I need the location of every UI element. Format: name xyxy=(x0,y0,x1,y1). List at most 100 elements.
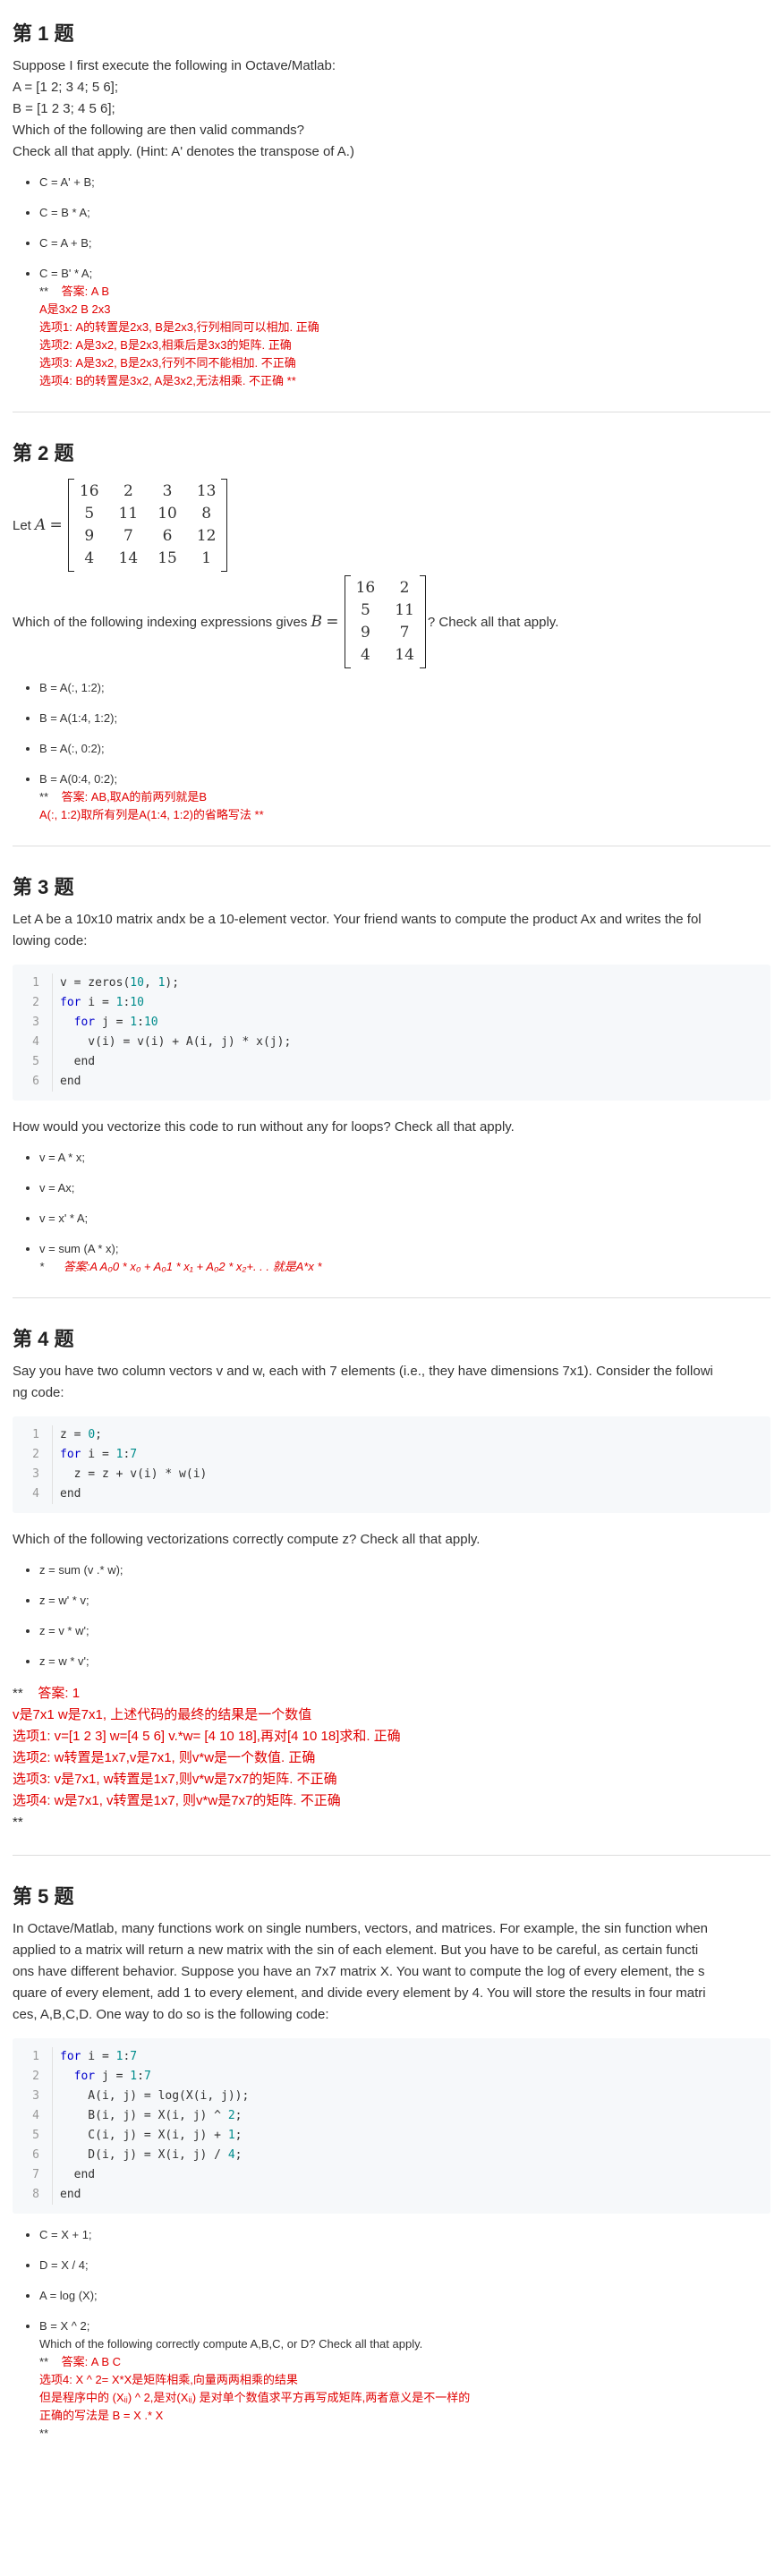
matrix-a-cell: 16 xyxy=(79,482,99,500)
q2-answer-line: 答案: AB,取A的前两列就是B xyxy=(61,790,208,803)
q5-answer-line: 正确的写法是 B = X .* X xyxy=(39,2409,164,2422)
q3-option: v = sum (A * x); * 答案:A A₀0 * x₀ + A₀1 *… xyxy=(39,1240,770,1276)
matrix-a-cell: 2 xyxy=(123,482,133,500)
q4-options: z = sum (v .* w); z = w' * v; z = v * w'… xyxy=(13,1561,770,1671)
q4-answer-line: ** 答案: 1 xyxy=(13,1686,81,1701)
matrix-b: 16 2 5 11 9 7 4 14 xyxy=(344,575,426,668)
q2-options: B = A(:, 1:2); B = A(1:4, 1:2); B = A(:,… xyxy=(13,679,770,824)
q1-option: C = A + B; xyxy=(39,234,770,252)
matrix-a: 16 2 3 13 5 11 10 8 9 7 6 12 4 14 15 1 xyxy=(67,479,228,572)
q1-line: Which of the following are then valid co… xyxy=(13,123,305,138)
q3-options: v = A * x; v = Ax; v = x' * A; v = sum (… xyxy=(13,1149,770,1276)
q3-option: v = Ax; xyxy=(39,1179,770,1197)
q5-option: D = X / 4; xyxy=(39,2257,770,2274)
q2-let-line: Let A = 16 2 3 13 5 11 10 8 9 7 6 12 4 14 15 1 xyxy=(13,479,770,572)
q2-option: B = A(1:4, 1:2); xyxy=(39,710,770,727)
matrix-a-cell: 3 xyxy=(162,482,173,500)
q2-question-line: Which of the following indexing expressi… xyxy=(13,575,770,668)
matrix-a-cell: 4 xyxy=(84,549,95,567)
matrix-a-cell: 14 xyxy=(118,549,139,567)
q5-option: C = X + 1; xyxy=(39,2226,770,2244)
matrix-a-cell: 5 xyxy=(84,505,95,523)
q4-answer-line: v是7x1 w是7x1, 上述代码的最终的结果是一个数值 xyxy=(13,1707,312,1722)
q4-option: z = v * w'; xyxy=(39,1622,770,1640)
q2-option: B = A(:, 0:2); xyxy=(39,740,770,758)
q4-answer-line: 选项1: v=[1 2 3] w=[4 5 6] v.*w= [4 10 18]… xyxy=(13,1729,401,1744)
q2-answer-prefix: ** xyxy=(39,790,49,803)
q2-option-text: B = A(0:4, 0:2); xyxy=(39,772,118,786)
code-block-3: 1v = zeros(10, 1); 2 for i = 1:10 3 for j… xyxy=(13,965,770,1101)
matrix-b-cell: 11 xyxy=(395,601,414,619)
page: 第 1 题 Suppose I first execute the follow… xyxy=(0,0,783,2443)
q1-answer-line: 选项4: B的转置是3x2, A是3x2,无法相乘. 不正确 ** xyxy=(39,374,296,387)
matrix-b-cell: 14 xyxy=(395,646,414,664)
q4-option: z = w' * v; xyxy=(39,1592,770,1610)
q5-answer-line: 选项4: X ^ 2= X*X是矩阵相乘,向量两两相乘的结果 xyxy=(39,2373,298,2386)
q1-line: B = [1 2 3; 4 5 6]; xyxy=(13,101,115,116)
matrix-b-cell: 4 xyxy=(361,646,370,664)
matrix-a-cell: 12 xyxy=(196,527,217,545)
q5-option: A = log (X); xyxy=(39,2287,770,2305)
q3-answer-prefix: * xyxy=(39,1260,45,1273)
q2-b-name: B xyxy=(311,613,323,631)
q4-answer-line: 选项4: w是7x1, v转置是1x7, 则v*w是7x7的矩阵. 不正确 xyxy=(13,1793,341,1808)
q2-question-before: Which of the following indexing expressi… xyxy=(13,614,308,630)
q1-answer-line: 选项1: A的转置是2x3, B是2x3,行列相同可以相加. 正确 xyxy=(39,320,319,334)
q2-eq2: = xyxy=(326,613,339,631)
q1-answer-line: 答案: A B xyxy=(61,285,110,298)
matrix-a-cell: 11 xyxy=(118,505,139,523)
matrix-a-cell: 6 xyxy=(162,527,173,545)
q1-line: A = [1 2; 3 4; 5 6]; xyxy=(13,80,119,95)
question-5-title: 第 5 题 xyxy=(13,1885,74,1908)
matrix-b-cell: 9 xyxy=(361,624,370,642)
matrix-a-cell: 13 xyxy=(196,482,217,500)
matrix-b-cell: 2 xyxy=(399,579,410,597)
q5-answer-line: 但是程序中的 (Xᵢⱼ) ^ 2,是对(Xᵢⱼ) 是对单个数值求平方再写成矩阵,… xyxy=(39,2391,471,2404)
q5-after-option: Which of the following correctly compute… xyxy=(39,2337,423,2351)
q3-option: v = x' * A; xyxy=(39,1210,770,1228)
q2-answer-line: A(:, 1:2)取所有列是A(1:4, 1:2)的省略写法 ** xyxy=(39,808,264,821)
q2-question-after: ? Check all that apply. xyxy=(427,614,559,630)
question-3-title: 第 3 题 xyxy=(13,876,74,898)
q3-option-text: v = sum (A * x); xyxy=(39,1242,119,1255)
code-block-4: 1z = 0; 2 for i = 1:7 3 z = z + v(i) * w(… xyxy=(13,1416,770,1513)
q1-option: C = B * A; xyxy=(39,204,770,222)
q1-answer-line: 选项2: A是3x2, B是2x3,相乘后是3x3的矩阵. 正确 xyxy=(39,338,292,352)
q1-line: Check all that apply. (Hint: A' denotes … xyxy=(13,144,354,159)
q4-intro: Say you have two column vectors v and w,… xyxy=(13,1364,713,1400)
matrix-b-cell: 5 xyxy=(361,601,370,619)
q1-answer: ** 答案: A B xyxy=(39,283,770,301)
q4-option: z = sum (v .* w); xyxy=(39,1561,770,1579)
q2-answer: ** 答案: AB,取A的前两列就是B xyxy=(39,788,770,806)
q3-option: v = A * x; xyxy=(39,1149,770,1167)
matrix-a-cell: 8 xyxy=(201,505,212,523)
q5-intro: In Octave/Matlab, many functions work on… xyxy=(13,1921,709,2022)
q2-let: Let xyxy=(13,517,31,533)
q3-question: How would you vectorize this code to run… xyxy=(13,1119,515,1135)
matrix-a-cell: 10 xyxy=(157,505,177,523)
q2-option: B = A(:, 1:2); xyxy=(39,679,770,697)
q4-question: Which of the following vectorizations co… xyxy=(13,1532,481,1547)
q2-eq: = xyxy=(49,516,63,534)
q1-answer-line: A是3x2 B 2x3 xyxy=(39,302,111,316)
q4-option: z = w * v'; xyxy=(39,1653,770,1671)
q1-option-text: C = B' * A; xyxy=(39,267,93,280)
q1-option: C = B' * A; ** 答案: A B A是3x2 B 2x3 选项1: … xyxy=(39,265,770,390)
code-block-5: 1 for i = 1:7 2 for j = 1:7 3 A(i, j) = l… xyxy=(13,2038,770,2214)
q2-a-name: A xyxy=(35,516,47,534)
q3-answer-text: 答案:A A₀0 * x₀ + A₀1 * x₁ + A₀2 * x₂+. . … xyxy=(63,1260,322,1273)
q3-intro: Let A be a 10x10 matrix andx be a 10-ele… xyxy=(13,912,702,948)
q4-answer-head: 答案: 1 xyxy=(22,1686,81,1701)
question-1-title: 第 1 题 xyxy=(13,22,74,45)
matrix-b-cell: 7 xyxy=(399,624,410,642)
matrix-a-cell: 15 xyxy=(157,549,177,567)
q1-options: C = A' + B; C = B * A; C = A + B; C = B'… xyxy=(13,174,770,390)
q4-answer-line: 选项2: w转置是1x7,v是7x1, 则v*w是一个数值. 正确 xyxy=(13,1750,316,1765)
q5-option-text: B = X ^ 2; xyxy=(39,2319,90,2333)
q1-option: C = A' + B; xyxy=(39,174,770,191)
q4-answer-line: 选项3: v是7x1, w转置是1x7,则v*w是7x7的矩阵. 不正确 xyxy=(13,1772,337,1787)
q5-option: B = X ^ 2; Which of the following correc… xyxy=(39,2317,770,2443)
divider xyxy=(13,1855,770,1856)
matrix-b-cell: 16 xyxy=(355,579,376,597)
matrix-a-cell: 7 xyxy=(123,527,133,545)
